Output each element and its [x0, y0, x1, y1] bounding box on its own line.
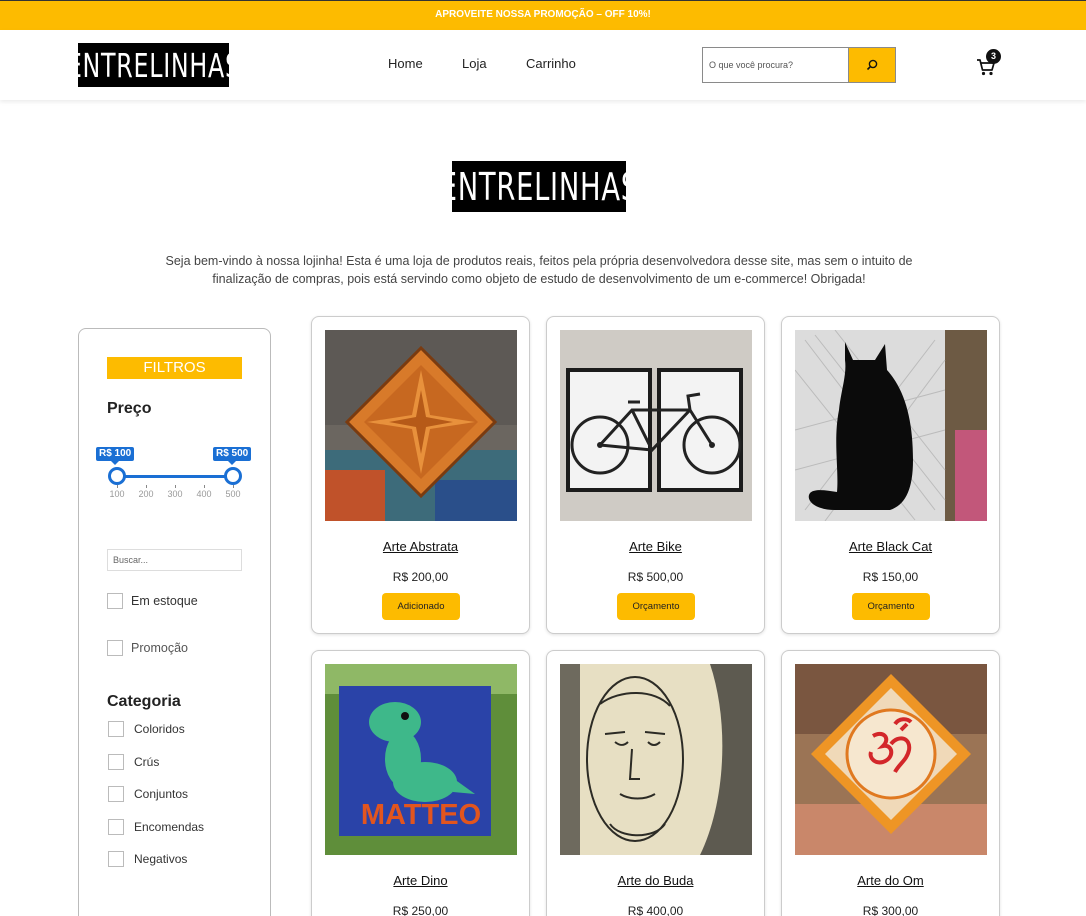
search-icon [866, 59, 878, 71]
nav-loja[interactable]: Loja [462, 56, 487, 71]
product-action-button[interactable]: Orçamento [852, 593, 930, 620]
in-stock-checkbox[interactable] [107, 593, 123, 609]
filters-title: FILTROS [107, 357, 242, 379]
promo-label: Promoção [131, 641, 188, 655]
product-photo [560, 330, 752, 521]
nav-carrinho[interactable]: Carrinho [526, 56, 576, 71]
category-label: Crús [134, 755, 160, 769]
cart-count-badge: 3 [986, 49, 1001, 64]
slider-tick [175, 485, 176, 488]
category-item-encomendas[interactable]: Encomendas [108, 819, 204, 835]
product-card-arte-dino: MATTEO Arte Dino R$ 250,00 [311, 650, 530, 916]
slider-tick-label: 500 [225, 489, 241, 499]
slider-tick [204, 485, 205, 488]
header-search [702, 47, 896, 83]
product-image[interactable] [795, 664, 987, 855]
product-title[interactable]: Arte Dino [312, 873, 529, 888]
price-min-tag: R$ 100 [96, 447, 135, 465]
category-item-crus[interactable]: Crús [108, 754, 159, 770]
cart-button[interactable]: 3 [975, 49, 1003, 80]
price-slider[interactable]: R$ 100 R$ 500 100 200 300 400 500 [95, 447, 255, 507]
product-image[interactable] [795, 330, 987, 521]
product-title[interactable]: Arte Black Cat [782, 539, 999, 554]
product-card-arte-bike: Arte Bike R$ 500,00 Orçamento [546, 316, 765, 634]
product-photo [325, 330, 517, 521]
promo-bar: APROVEITE NOSSA PROMOÇÃO – OFF 10%! [0, 0, 1086, 30]
product-title[interactable]: Arte Abstrata [312, 539, 529, 554]
product-image[interactable] [560, 330, 752, 521]
product-price: R$ 300,00 [862, 904, 919, 916]
product-price: R$ 200,00 [392, 570, 449, 584]
product-price: R$ 150,00 [862, 570, 919, 584]
product-action-button[interactable]: Orçamento [617, 593, 695, 620]
promo-filter[interactable]: Promoção [107, 640, 188, 656]
product-photo [560, 664, 752, 855]
product-image[interactable] [560, 664, 752, 855]
slider-tick-label: 400 [196, 489, 212, 499]
category-item-negativos[interactable]: Negativos [108, 851, 187, 867]
product-photo: MATTEO [325, 664, 517, 855]
category-label: Coloridos [134, 722, 185, 736]
header-logo[interactable]: ENTRELINHAS [67, 43, 240, 87]
product-photo [795, 330, 987, 521]
promo-checkbox[interactable] [107, 640, 123, 656]
site-header: ENTRELINHAS Home Loja Carrinho 3 [0, 30, 1086, 100]
slider-tick-label: 100 [109, 489, 125, 499]
product-card-arte-abstrata: Arte Abstrata R$ 200,00 Adicionado [311, 316, 530, 634]
product-image[interactable] [325, 330, 517, 521]
promo-text: APROVEITE NOSSA PROMOÇÃO – OFF 10%! [435, 9, 651, 20]
product-action-button[interactable]: Adicionado [382, 593, 460, 620]
product-title[interactable]: Arte do Buda [547, 873, 764, 888]
product-card-arte-do-buda: Arte do Buda R$ 400,00 [546, 650, 765, 916]
product-title[interactable]: Arte do Om [782, 873, 999, 888]
category-label: Conjuntos [134, 787, 189, 801]
in-stock-label: Em estoque [131, 594, 198, 608]
category-label: Encomendas [134, 820, 205, 834]
slider-tick-label: 300 [167, 489, 183, 499]
product-price: R$ 400,00 [627, 904, 684, 916]
slider-track[interactable] [117, 475, 233, 478]
hero-logo: ENTRELINHAS [439, 161, 638, 212]
category-checkbox[interactable] [108, 721, 124, 737]
search-button[interactable] [848, 48, 895, 82]
product-title[interactable]: Arte Bike [547, 539, 764, 554]
category-checkbox[interactable] [108, 851, 124, 867]
category-item-coloridos[interactable]: Coloridos [108, 721, 185, 737]
category-title: Categoria [107, 693, 181, 710]
product-card-arte-do-om: Arte do Om R$ 300,00 [781, 650, 1000, 916]
product-photo [795, 664, 987, 855]
slider-tick [146, 485, 147, 488]
slider-tick-label: 200 [138, 489, 154, 499]
price-title: Preço [107, 400, 152, 417]
slider-handle-min[interactable] [108, 467, 126, 485]
category-item-conjuntos[interactable]: Conjuntos [108, 786, 188, 802]
svg-text:MATTEO: MATTEO [361, 799, 481, 831]
in-stock-filter[interactable]: Em estoque [107, 593, 198, 609]
slider-handle-max[interactable] [224, 467, 242, 485]
category-label: Negativos [134, 852, 188, 866]
product-price: R$ 250,00 [392, 904, 449, 916]
intro-text: Seja bem-vindo à nossa lojinha! Esta é u… [165, 254, 913, 286]
product-image[interactable]: MATTEO [325, 664, 517, 855]
sidebar-search-input[interactable] [107, 549, 242, 571]
category-checkbox[interactable] [108, 786, 124, 802]
price-max-tag: R$ 500 [213, 447, 252, 465]
nav-home[interactable]: Home [388, 56, 423, 71]
slider-tick [233, 485, 234, 488]
slider-tick [117, 485, 118, 488]
product-card-arte-black-cat: Arte Black Cat R$ 150,00 Orçamento [781, 316, 1000, 634]
header-search-input[interactable] [703, 48, 848, 82]
product-price: R$ 500,00 [627, 570, 684, 584]
category-checkbox[interactable] [108, 819, 124, 835]
category-checkbox[interactable] [108, 754, 124, 770]
filters-sidebar: FILTROS Preço R$ 100 R$ 500 100 200 300 … [78, 328, 271, 916]
